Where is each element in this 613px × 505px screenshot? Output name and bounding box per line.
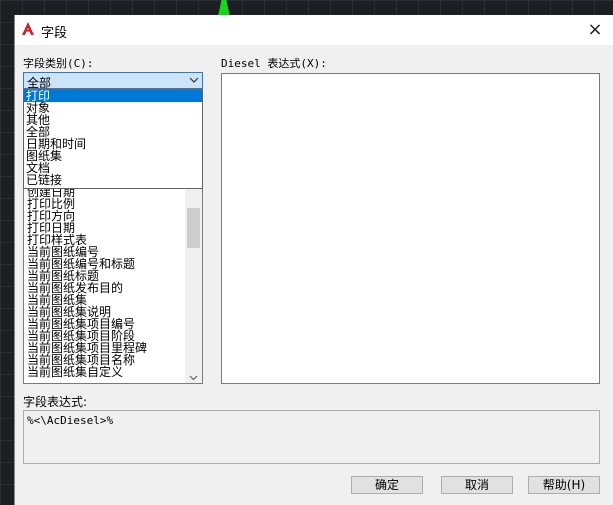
dropdown-option[interactable]: 已链接 xyxy=(24,174,202,186)
autocad-logo-icon xyxy=(22,22,34,35)
field-expression-value: %<\AcDiesel>% xyxy=(27,414,114,427)
dropdown-option[interactable]: 其他 xyxy=(24,114,202,126)
field-expression-box: %<\AcDiesel>% xyxy=(23,410,600,464)
expression-label: 字段表达式: xyxy=(23,395,88,409)
scroll-thumb[interactable] xyxy=(187,208,200,248)
scroll-down-icon[interactable] xyxy=(189,373,198,382)
chevron-down-icon xyxy=(189,77,199,83)
dropdown-option[interactable]: 打印 xyxy=(24,90,202,102)
close-button[interactable]: × xyxy=(583,19,607,41)
help-button[interactable]: 帮助(H) xyxy=(528,476,600,494)
dialog-title: 字段 xyxy=(41,26,68,41)
dropdown-option[interactable]: 对象 xyxy=(24,102,202,114)
list-item[interactable]: 当前图纸集自定义 xyxy=(27,366,147,378)
close-icon: × xyxy=(587,19,603,40)
diesel-expression-input[interactable] xyxy=(221,73,600,384)
title-bar: 字段 × xyxy=(15,15,613,45)
category-select[interactable]: 全部 xyxy=(23,72,203,90)
category-dropdown-list: 打印 对象 其他 全部 日期和时间 图纸集 文档 已链接 xyxy=(23,89,203,189)
diesel-label: Diesel 表达式(X): xyxy=(221,57,327,70)
dropdown-option[interactable]: 图纸集 xyxy=(24,150,202,162)
ok-button[interactable]: 确定 xyxy=(351,476,423,494)
field-dialog: 字段 × 字段类别(C): Diesel 表达式(X): 全部 打印对象其他全部… xyxy=(14,15,613,505)
category-label: 字段类别(C): xyxy=(23,57,94,70)
cancel-button[interactable]: 取消 xyxy=(441,476,513,494)
